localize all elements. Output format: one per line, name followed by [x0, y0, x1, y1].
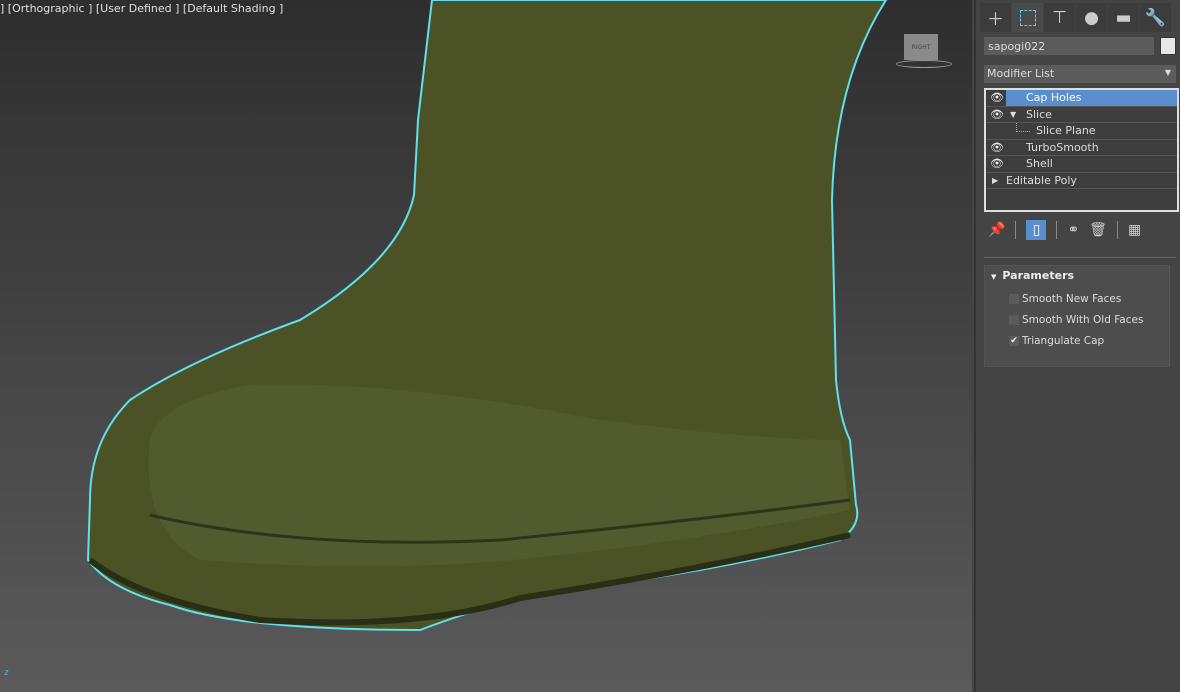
separator [1056, 221, 1058, 239]
rollout-title: Parameters [1002, 269, 1075, 282]
stack-item-shell[interactable]: 👁 Shell [986, 156, 1177, 173]
divider[interactable] [984, 257, 1176, 258]
eye-icon[interactable]: 👁 [986, 157, 1008, 170]
motion-icon: ● [1084, 7, 1099, 28]
object-name-input[interactable] [984, 37, 1154, 55]
create-icon: ＋ [987, 10, 1004, 30]
configure-sets-icon[interactable]: ▦ [1128, 222, 1141, 238]
chevron-down-icon: ▼ [1164, 68, 1171, 77]
display-icon: ▬ [1115, 7, 1132, 28]
rollout-header[interactable]: ▼ Parameters [985, 266, 1169, 285]
eye-icon[interactable]: 👁 [986, 141, 1008, 154]
stack-item-turbosmooth[interactable]: 👁 TurboSmooth [986, 140, 1177, 156]
checkbox-box[interactable] [1009, 315, 1019, 325]
create-tab[interactable]: ＋ [980, 3, 1011, 32]
hierarchy-icon: ⊤ [1052, 7, 1067, 28]
motion-tab[interactable]: ● [1076, 3, 1107, 32]
viewcube[interactable]: RIGHT [896, 32, 956, 72]
stack-item-cap-holes[interactable]: 👁 Cap Holes [986, 90, 1177, 107]
modifier-list-label: Modifier List [987, 67, 1055, 80]
checkbox-box[interactable] [1009, 294, 1019, 304]
stack-item-slice[interactable]: 👁 ▼ Slice [986, 107, 1177, 123]
modify-icon [1019, 9, 1036, 26]
stack-item-slice-plane[interactable]: Slice Plane [986, 123, 1177, 140]
utilities-icon: 🔧 [1144, 7, 1167, 28]
collapse-icon: ▼ [991, 273, 997, 281]
separator [1015, 221, 1017, 239]
smooth-with-old-faces-checkbox[interactable]: Smooth With Old Faces [1009, 314, 1169, 326]
triangulate-cap-checkbox[interactable]: ✔ Triangulate Cap [1009, 335, 1169, 347]
expand-right-icon[interactable]: ▶ [992, 176, 998, 185]
modifier-stack: 👁 Cap Holes 👁 ▼ Slice Slice Plane 👁 TurboSmo… [984, 88, 1179, 212]
modify-tab[interactable] [1012, 3, 1043, 32]
checkbox-label: Smooth With Old Faces [1022, 314, 1144, 326]
make-unique-icon[interactable]: ⚭ [1067, 222, 1079, 238]
remove-modifier-icon[interactable]: 🗑 [1089, 222, 1107, 238]
hierarchy-tab[interactable]: ⊤ [1044, 3, 1075, 32]
tree-line [1016, 123, 1030, 132]
viewport-label[interactable]: ] [Orthographic ] [User Defined ] [Defau… [0, 2, 283, 15]
checkbox-label: Triangulate Cap [1022, 335, 1105, 347]
show-end-result-icon[interactable]: ▯ [1026, 220, 1047, 240]
boot-model[interactable] [0, 0, 972, 692]
stack-toolbar: 📌 ▯ ⚭ 🗑 ▦ [988, 220, 1141, 240]
viewport[interactable]: ] [Orthographic ] [User Defined ] [Defau… [0, 0, 972, 692]
viewcube-ring[interactable] [896, 60, 952, 68]
stack-item-editable-poly[interactable]: ▶ Editable Poly [986, 173, 1177, 189]
expand-down-icon[interactable]: ▼ [1010, 110, 1016, 119]
smooth-new-faces-checkbox[interactable]: Smooth New Faces [1009, 293, 1169, 305]
modifier-list-dropdown[interactable]: Modifier List ▼ [984, 65, 1176, 83]
display-tab[interactable]: ▬ [1108, 3, 1139, 32]
axis-indicator: z [4, 668, 9, 678]
check-icon[interactable]: ✔ [1009, 336, 1019, 346]
eye-icon[interactable]: 👁 [986, 91, 1008, 104]
parameters-rollout: ▼ Parameters Smooth New Faces Smooth With… [984, 265, 1170, 367]
viewcube-face[interactable]: RIGHT [904, 34, 938, 60]
command-panel: ＋ ⊤ ● ▬ 🔧 Modifier List▼ 👁Cap Holes 👁▼Sl… [974, 0, 1180, 692]
object-color-swatch[interactable] [1160, 37, 1176, 55]
separator [1116, 221, 1118, 239]
panel-tabs: ＋ ⊤ ● ▬ 🔧 [976, 0, 1180, 32]
eye-icon[interactable]: 👁 [986, 108, 1008, 121]
pin-stack-icon[interactable]: 📌 [988, 222, 1005, 238]
checkbox-label: Smooth New Faces [1022, 293, 1122, 305]
utilities-tab[interactable]: 🔧 [1140, 3, 1171, 32]
